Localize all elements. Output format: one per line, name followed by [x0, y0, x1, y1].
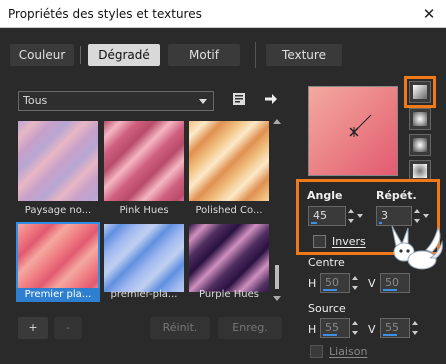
center-h-input[interactable]: 50	[320, 273, 350, 293]
title-bar: Propriétés des styles et textures ✕	[0, 0, 446, 28]
gradient-caption: Paysage no...	[24, 205, 92, 216]
remove-button[interactable]: -	[54, 317, 82, 339]
category-dropdown[interactable]: Tous	[18, 91, 214, 111]
gradient-thumbnail[interactable]	[18, 121, 98, 201]
gradient-caption: premier-pla...	[110, 289, 178, 300]
angle-label: Angle	[307, 189, 343, 202]
book-icon[interactable]	[232, 92, 246, 106]
gradient-thumbnail[interactable]	[189, 121, 269, 201]
gradient-thumbnail[interactable]	[104, 121, 184, 201]
gradient-preview[interactable]	[308, 86, 398, 176]
center-h-label: H	[308, 277, 317, 290]
source-h-input[interactable]: 55	[320, 318, 350, 338]
gradient-thumbnail[interactable]	[18, 224, 98, 292]
tab-bar: Couleur Dégradé Motif Texture	[0, 40, 446, 68]
gradient-caption: Pink Hues	[119, 205, 169, 216]
gradient-thumbnail[interactable]	[104, 224, 184, 292]
link-checkbox[interactable]	[310, 345, 323, 358]
source-h-value: 55	[325, 321, 339, 334]
source-label: Source	[308, 302, 346, 315]
invert-label: Invers	[332, 235, 366, 248]
angle-dropdown[interactable]	[354, 206, 366, 226]
angle-input[interactable]: 45	[308, 206, 346, 226]
rectangular-style-button[interactable]	[409, 108, 431, 130]
tab-group-divider	[255, 42, 256, 68]
linear-style-button[interactable]	[409, 81, 431, 103]
source-v-bar	[383, 334, 397, 336]
link-label: Liaison	[329, 345, 368, 358]
scroll-down-icon[interactable]	[273, 296, 281, 301]
source-h-spinner[interactable]	[350, 318, 361, 338]
source-v-input[interactable]: 55	[380, 318, 410, 338]
reset-button[interactable]: Réinit.	[150, 317, 210, 339]
source-v-spinner[interactable]	[410, 318, 421, 338]
tab-degrade[interactable]: Dégradé	[88, 44, 160, 66]
center-h-bar	[323, 289, 337, 291]
window-title: Propriétés des styles et textures	[8, 7, 202, 21]
sunburst-gradient-icon	[413, 138, 427, 152]
center-h-value: 50	[325, 276, 339, 289]
gradient-caption: Purple Hues	[199, 289, 259, 300]
fox-mascot-icon	[391, 225, 443, 270]
save-button[interactable]: Enreg.	[218, 317, 282, 339]
tab-couleur[interactable]: Couleur	[10, 44, 74, 66]
source-v-label: V	[368, 323, 376, 336]
source-v-value: 55	[385, 321, 399, 334]
repeat-value: 3	[381, 209, 388, 222]
angle-handle-icon[interactable]	[309, 87, 399, 177]
angle-bar	[311, 222, 317, 224]
center-label: Centre	[308, 256, 345, 269]
arrow-right-icon[interactable]	[264, 92, 278, 106]
repeat-label: Répét.	[376, 189, 417, 202]
tab-texture[interactable]: Texture	[266, 44, 342, 66]
gradient-scrollbar[interactable]	[272, 117, 282, 303]
gradient-thumbnail[interactable]	[189, 224, 269, 292]
styles-textures-dialog: Propriétés des styles et textures ✕ Coul…	[0, 0, 446, 364]
sunburst-style-button[interactable]	[409, 134, 431, 156]
linear-gradient-icon	[413, 85, 427, 99]
close-icon[interactable]: ✕	[412, 0, 446, 28]
tab-separator	[80, 46, 81, 64]
scrollbar-thumb[interactable]	[275, 265, 279, 289]
add-button[interactable]: +	[18, 317, 48, 339]
repeat-bar	[379, 222, 382, 224]
scroll-up-icon[interactable]	[273, 119, 281, 124]
chevron-down-icon	[423, 214, 429, 218]
gradient-grid: Paysage no... Pink Hues Polished Co... P…	[14, 117, 280, 303]
center-v-input[interactable]: 50	[380, 273, 410, 293]
invert-checkbox[interactable]	[313, 235, 326, 248]
angle-value: 45	[313, 209, 327, 222]
gradient-caption: Polished Co...	[195, 205, 263, 216]
center-v-value: 50	[385, 276, 399, 289]
center-v-bar	[383, 289, 397, 291]
chevron-down-icon	[357, 214, 363, 218]
source-h-label: H	[308, 323, 317, 336]
center-h-spinner[interactable]	[350, 273, 361, 293]
tab-motif[interactable]: Motif	[168, 44, 240, 66]
source-h-bar	[323, 334, 337, 336]
center-v-label: V	[368, 277, 376, 290]
chevron-down-icon	[199, 99, 207, 104]
rectangular-gradient-icon	[413, 112, 427, 126]
gradient-caption-selected: Premier pla...	[16, 288, 100, 302]
category-dropdown-value: Tous	[23, 94, 48, 107]
radial-gradient-icon	[413, 164, 427, 178]
